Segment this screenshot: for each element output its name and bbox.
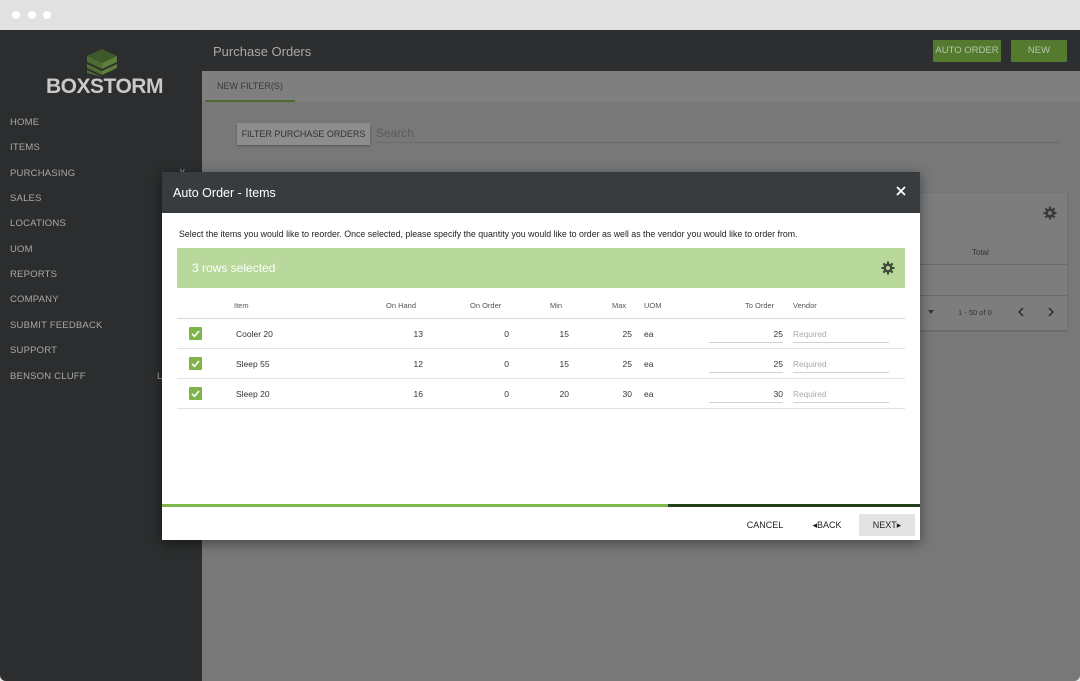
column-header-max[interactable]: Max <box>612 301 626 310</box>
window-dot-maximize[interactable] <box>43 11 51 19</box>
cell-min: 20 <box>559 389 569 399</box>
chevron-right-icon[interactable] <box>1047 307 1055 317</box>
dialog-header: Auto Order - Items <box>162 172 920 213</box>
checkmark-icon <box>191 360 200 368</box>
back-button-label: BACK <box>817 520 842 530</box>
top-bar: Purchase Orders AUTO ORDER NEW <box>202 30 1080 71</box>
row-checkbox[interactable] <box>189 387 202 400</box>
column-header-vendor[interactable]: Vendor <box>793 301 817 310</box>
sidebar-item-sales[interactable]: SALES <box>10 193 42 204</box>
row-checkbox[interactable] <box>189 357 202 370</box>
selection-bar: 3 rows selected <box>177 248 905 288</box>
vendor-field[interactable]: Required <box>793 384 889 403</box>
purchase-orders-card: Total 1 - 50 of 0 <box>918 193 1067 330</box>
sidebar-item-uom[interactable]: UOM <box>10 244 33 255</box>
rows-selected-count: 3 rows selected <box>192 261 276 275</box>
cell-max: 25 <box>622 329 632 339</box>
cell-item: Cooler 20 <box>236 329 273 339</box>
column-header-on-order[interactable]: On Order <box>470 301 501 310</box>
cell-uom: ea <box>644 359 654 369</box>
cell-item: Sleep 55 <box>236 359 270 369</box>
cell-uom: ea <box>644 329 654 339</box>
cell-on-order: 0 <box>504 389 509 399</box>
cell-on-hand: 13 <box>413 329 423 339</box>
column-header-uom[interactable]: UOM <box>644 301 662 310</box>
window-dot-minimize[interactable] <box>28 11 36 19</box>
tab-bar: NEW FILTER(S) <box>202 71 1080 102</box>
row-checkbox[interactable] <box>189 327 202 340</box>
cell-uom: ea <box>644 389 654 399</box>
page-title: Purchase Orders <box>213 44 312 59</box>
vendor-field[interactable]: Required <box>793 324 889 343</box>
sidebar-item-company[interactable]: COMPANY <box>10 294 59 305</box>
card-divider <box>918 295 1067 296</box>
back-button[interactable]: ◂BACK <box>802 514 852 536</box>
sidebar-item-submit-feedback[interactable]: SUBMIT FEEDBACK <box>10 320 103 331</box>
window-dot-close[interactable] <box>12 11 20 19</box>
column-header-item[interactable]: Item <box>234 301 249 310</box>
tab-new-filters[interactable]: NEW FILTER(S) <box>205 71 295 102</box>
next-button-label: NEXT <box>872 520 897 530</box>
caret-right-icon: ▸ <box>896 520 902 530</box>
app-window: BOXSTORM HOME ITEMS PURCHASING v SALES L… <box>0 0 1080 681</box>
cell-on-hand: 12 <box>413 359 423 369</box>
table-row[interactable]: Cooler 20 13 0 15 25 ea 25 Required <box>177 319 905 349</box>
gear-icon[interactable] <box>881 261 895 275</box>
sidebar-item-items[interactable]: ITEMS <box>10 142 40 153</box>
auto-order-items-dialog: Auto Order - Items Select the items you … <box>162 172 920 540</box>
total-column-header: Total <box>972 248 989 257</box>
card-divider <box>918 264 1067 265</box>
cell-on-order: 0 <box>504 359 509 369</box>
sidebar-item-reports[interactable]: REPORTS <box>10 269 57 280</box>
sidebar-item-purchasing[interactable]: PURCHASING <box>10 168 75 179</box>
wizard-progress-completed <box>162 504 668 507</box>
auto-order-button[interactable]: AUTO ORDER <box>933 40 1001 62</box>
search-input[interactable]: Search <box>376 126 1060 143</box>
new-button[interactable]: NEW <box>1011 40 1067 62</box>
pagination-range: 1 - 50 of 0 <box>958 308 992 317</box>
chevron-left-icon[interactable] <box>1017 307 1025 317</box>
table-row[interactable]: Sleep 20 16 0 20 30 ea 30 Required <box>177 379 905 409</box>
table-row[interactable]: Sleep 55 12 0 15 25 ea 25 Required <box>177 349 905 379</box>
wizard-progress-remaining <box>668 504 920 507</box>
checkmark-icon <box>191 330 200 338</box>
brand-logo[interactable]: BOXSTORM <box>46 47 163 99</box>
cell-item: Sleep 20 <box>236 389 270 399</box>
boxstorm-logo-icon <box>87 49 117 77</box>
cell-max: 25 <box>622 359 632 369</box>
cell-on-hand: 16 <box>413 389 423 399</box>
checkmark-icon <box>191 390 200 398</box>
to-order-input[interactable]: 25 <box>709 324 783 343</box>
to-order-input[interactable]: 25 <box>709 354 783 373</box>
cell-min: 15 <box>559 359 569 369</box>
column-header-to-order[interactable]: To Order <box>745 301 774 310</box>
cancel-button[interactable]: CANCEL <box>738 514 792 536</box>
window-titlebar <box>0 0 1080 30</box>
sidebar-item-locations[interactable]: LOCATIONS <box>10 218 66 229</box>
cell-min: 15 <box>559 329 569 339</box>
cell-max: 30 <box>622 389 632 399</box>
close-icon[interactable] <box>894 184 908 198</box>
caret-down-icon[interactable] <box>927 309 935 315</box>
sidebar-item-support[interactable]: SUPPORT <box>10 345 57 356</box>
column-header-on-hand[interactable]: On Hand <box>386 301 416 310</box>
filter-purchase-orders-button[interactable]: FILTER PURCHASE ORDERS <box>237 123 370 145</box>
brand-name: BOXSTORM <box>46 75 163 98</box>
dialog-title: Auto Order - Items <box>173 186 276 200</box>
card-gear-icon[interactable] <box>1043 206 1057 220</box>
to-order-input[interactable]: 30 <box>709 384 783 403</box>
vendor-field[interactable]: Required <box>793 354 889 373</box>
next-button[interactable]: NEXT▸ <box>859 514 915 536</box>
dialog-instructions: Select the items you would like to reord… <box>179 229 798 239</box>
sidebar-item-home[interactable]: HOME <box>10 117 39 128</box>
sidebar-item-user[interactable]: BENSON CLUFF <box>10 371 86 382</box>
cell-on-order: 0 <box>504 329 509 339</box>
column-header-min[interactable]: Min <box>550 301 562 310</box>
